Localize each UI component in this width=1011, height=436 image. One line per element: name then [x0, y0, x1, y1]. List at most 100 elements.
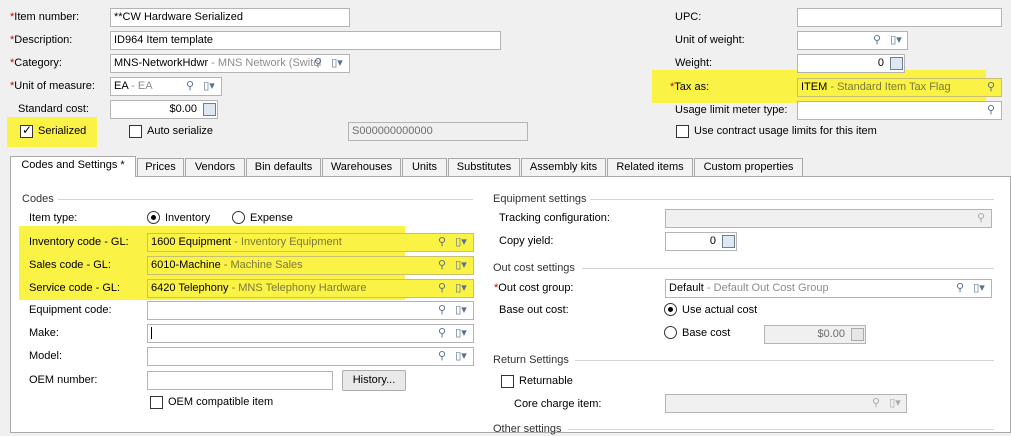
tax-as-field[interactable]: ITEM - Standard Item Tax Flag ⚲ — [797, 78, 1002, 97]
upc-label: UPC: — [675, 11, 702, 23]
magnifier-icon[interactable]: ⚲ — [183, 79, 197, 94]
returnable-checkbox[interactable] — [501, 375, 514, 388]
document-dropdown-icon[interactable]: ▯▾ — [451, 281, 471, 296]
use-actual-cost-label: Use actual cost — [682, 304, 758, 316]
equipment-code-label: Equipment code: — [29, 304, 112, 316]
serialized-checkbox[interactable] — [20, 123, 33, 138]
out-cost-settings-line — [582, 268, 994, 269]
oem-number-field[interactable] — [147, 371, 333, 390]
weight-field[interactable]: 0 — [797, 54, 905, 73]
tab-substitutes[interactable]: Substitutes — [448, 158, 520, 176]
document-dropdown-icon[interactable]: ▯▾ — [886, 33, 906, 48]
make-label: Make: — [29, 327, 59, 339]
category-label: *Category: — [10, 57, 62, 69]
magnifier-icon[interactable]: ⚲ — [311, 56, 325, 71]
description-field[interactable]: ID964 Item template — [110, 31, 501, 50]
tab-prices[interactable]: Prices — [137, 158, 184, 176]
equipment-code-field[interactable]: ⚲ ▯▾ — [147, 301, 474, 320]
sales-code-label: Sales code - GL: — [29, 259, 111, 271]
calculator-icon[interactable] — [203, 103, 216, 116]
document-dropdown-icon[interactable]: ▯▾ — [327, 56, 347, 71]
magnifier-icon[interactable]: ⚲ — [435, 349, 449, 364]
magnifier-icon[interactable]: ⚲ — [984, 103, 998, 118]
oem-number-label: OEM number: — [29, 374, 98, 386]
document-dropdown-icon[interactable]: ▯▾ — [451, 303, 471, 318]
returnable-label: Returnable — [519, 375, 573, 387]
base-out-cost-label: Base out cost: — [499, 304, 569, 316]
base-cost-label: Base cost — [682, 327, 731, 339]
magnifier-icon[interactable]: ⚲ — [984, 80, 998, 95]
history-button[interactable]: History... — [342, 370, 406, 391]
equipment-settings-line — [590, 199, 994, 200]
other-settings-line — [568, 429, 994, 430]
magnifier-icon[interactable]: ⚲ — [435, 258, 449, 273]
item-number-field[interactable]: **CW Hardware Serialized — [110, 8, 350, 27]
out-cost-group-field[interactable]: Default - Default Out Cost Group ⚲ ▯▾ — [665, 279, 992, 298]
item-number-label: *Item number: — [10, 11, 80, 23]
document-dropdown-icon[interactable]: ▯▾ — [451, 349, 471, 364]
document-dropdown-icon[interactable]: ▯▾ — [199, 79, 219, 94]
model-field[interactable]: ⚲ ▯▾ — [147, 347, 474, 366]
calculator-icon[interactable] — [722, 235, 735, 248]
oem-compatible-label: OEM compatible item — [168, 396, 274, 408]
calculator-icon — [851, 328, 864, 341]
calculator-icon[interactable] — [890, 57, 903, 70]
document-dropdown-icon[interactable]: ▯▾ — [969, 281, 989, 296]
return-settings-line — [575, 360, 994, 361]
tab-related-items[interactable]: Related items — [607, 158, 693, 176]
tab-assembly-kits[interactable]: Assembly kits — [521, 158, 606, 176]
equipment-settings-title: Equipment settings — [493, 193, 587, 205]
auto-serialize-checkbox[interactable] — [129, 125, 142, 138]
service-code-label: Service code - GL: — [29, 282, 121, 294]
usage-limit-meter-type-field[interactable]: ⚲ — [797, 101, 1002, 120]
copy-yield-label: Copy yield: — [499, 235, 554, 247]
tab-vendors[interactable]: Vendors — [185, 158, 245, 176]
document-dropdown-icon[interactable]: ▯▾ — [451, 258, 471, 273]
tab-units[interactable]: Units — [402, 158, 447, 176]
make-field[interactable]: ⚲ ▯▾ — [147, 324, 474, 343]
magnifier-icon[interactable]: ⚲ — [870, 33, 884, 48]
magnifier-icon[interactable]: ⚲ — [435, 235, 449, 250]
use-actual-cost-radio[interactable] — [664, 303, 677, 316]
base-cost-radio[interactable] — [664, 326, 677, 339]
use-contract-usage-checkbox[interactable] — [676, 125, 689, 138]
core-charge-item-label: Core charge item: — [514, 398, 602, 410]
category-field[interactable]: MNS-NetworkHdwr - MNS Network (Switcl ⚲ … — [110, 54, 350, 73]
inventory-code-field[interactable]: 1600 Equipment - Inventory Equipment ⚲ ▯… — [147, 233, 474, 252]
upc-field[interactable] — [797, 8, 1002, 27]
magnifier-icon[interactable]: ⚲ — [435, 303, 449, 318]
magnifier-icon[interactable]: ⚲ — [435, 326, 449, 341]
document-dropdown-icon[interactable]: ▯▾ — [451, 235, 471, 250]
codes-group-line — [58, 199, 473, 200]
use-contract-usage-label: Use contract usage limits for this item — [694, 125, 877, 137]
document-dropdown-icon[interactable]: ▯▾ — [451, 326, 471, 341]
base-cost-field: $0.00 — [764, 325, 866, 344]
unit-of-measure-label: *Unit of measure: — [10, 80, 95, 92]
service-code-field[interactable]: 6420 Telephony - MNS Telephony Hardware … — [147, 279, 474, 298]
tracking-configuration-label: Tracking configuration: — [499, 212, 610, 224]
unit-of-weight-field[interactable]: ⚲ ▯▾ — [797, 31, 908, 50]
unit-of-measure-field[interactable]: EA - EA ⚲ ▯▾ — [110, 77, 222, 96]
tab-bin-defaults[interactable]: Bin defaults — [246, 158, 321, 176]
weight-label: Weight: — [675, 57, 713, 69]
tab-codes-and-settings[interactable]: Codes and Settings * — [10, 156, 136, 177]
document-dropdown-icon: ▯▾ — [889, 397, 901, 409]
item-type-inventory-radio[interactable] — [147, 211, 160, 224]
magnifier-icon[interactable]: ⚲ — [953, 281, 967, 296]
item-type-inventory-label: Inventory — [165, 212, 211, 224]
tab-warehouses[interactable]: Warehouses — [322, 158, 401, 176]
usage-limit-meter-type-label: Usage limit meter type: — [675, 104, 788, 116]
sales-code-field[interactable]: 6010-Machine - Machine Sales ⚲ ▯▾ — [147, 256, 474, 275]
inventory-code-label: Inventory code - GL: — [29, 236, 129, 248]
copy-yield-field[interactable]: 0 — [665, 232, 737, 251]
oem-compatible-checkbox[interactable] — [150, 396, 163, 409]
item-type-expense-radio[interactable] — [232, 211, 245, 224]
auto-serialize-label: Auto serialize — [147, 125, 214, 137]
out-cost-settings-title: Out cost settings — [493, 262, 575, 274]
other-settings-title: Other settings — [493, 423, 562, 435]
magnifier-icon[interactable]: ⚲ — [435, 281, 449, 296]
standard-cost-field[interactable]: $0.00 — [110, 100, 218, 119]
return-settings-title: Return Settings — [493, 354, 569, 366]
serialized-label: Serialized — [38, 125, 87, 137]
tab-custom-properties[interactable]: Custom properties — [694, 158, 803, 176]
